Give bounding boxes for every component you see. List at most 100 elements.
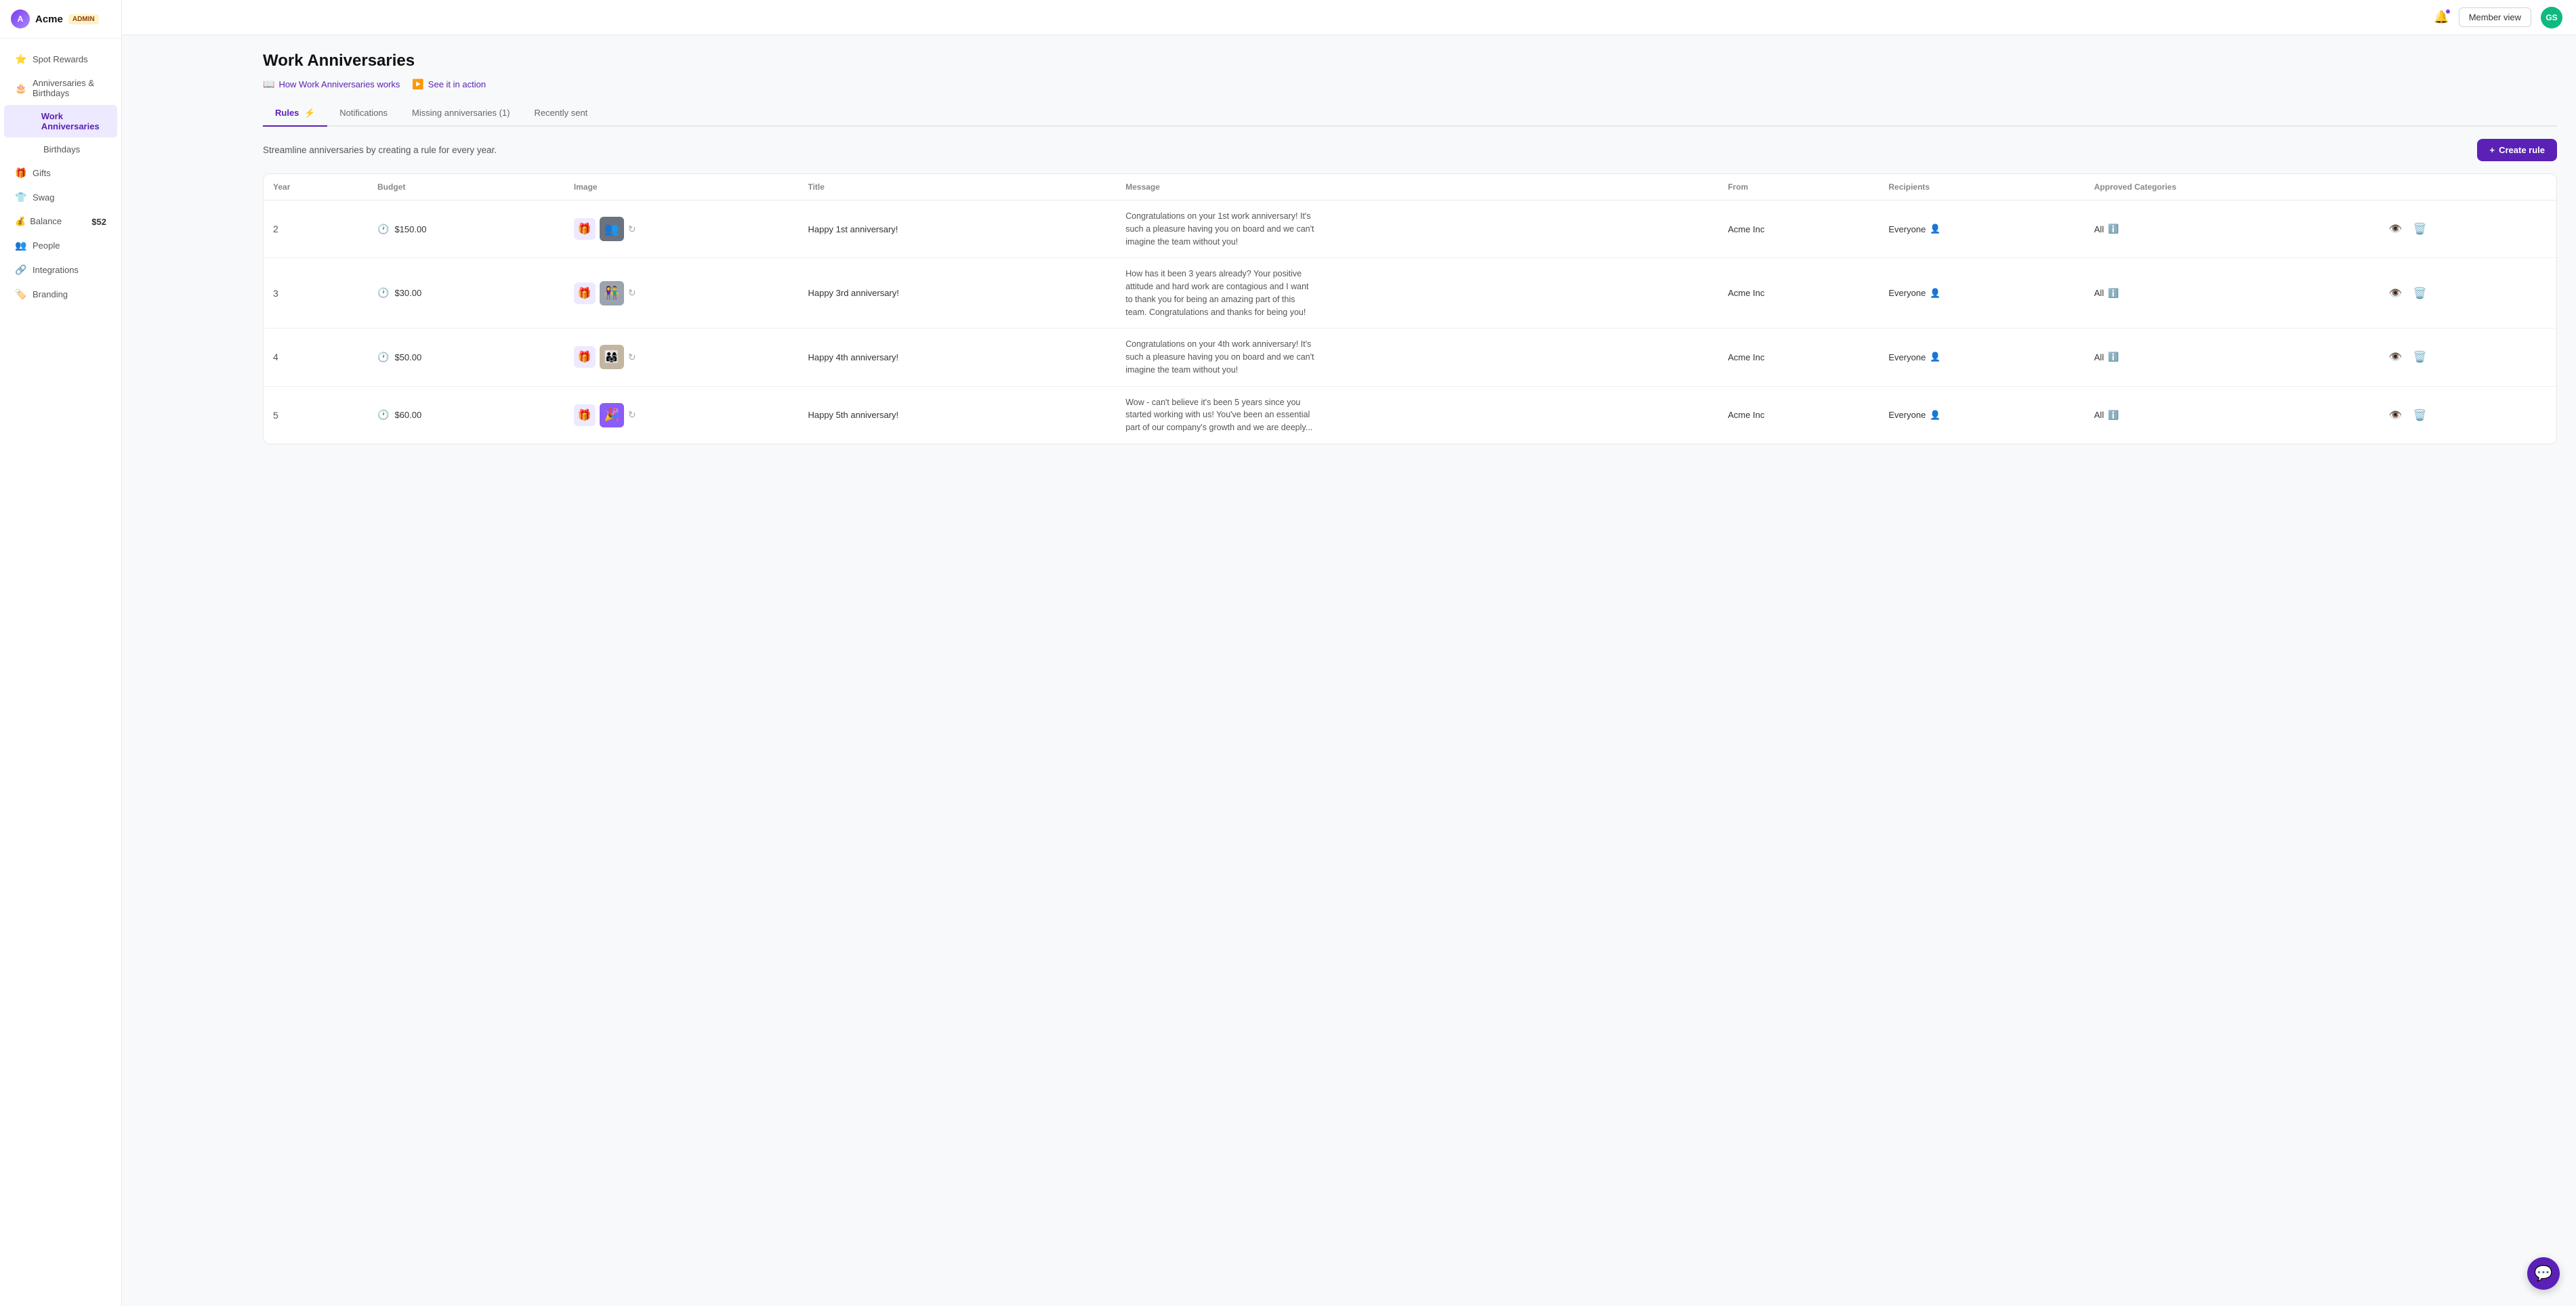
gift-icon: 🎁 (574, 282, 596, 304)
admin-badge: ADMIN (68, 14, 99, 24)
table-row: 3 🕐 $30.00 🎁 👫 ↻ Happy 3rd anniversary! … (264, 258, 2556, 329)
view-button-1[interactable]: 👁️ (2386, 284, 2405, 303)
rules-table: Year Budget Image Title Message From Rec… (263, 173, 2557, 444)
thumbnail: 👨‍👩‍👧 (600, 345, 624, 369)
member-view-button[interactable]: Member view (2459, 7, 2531, 27)
delete-button-0[interactable]: 🗑️ (2411, 219, 2430, 238)
view-button-0[interactable]: 👁️ (2386, 219, 2405, 238)
sidebar-item-gifts[interactable]: 🎁Gifts (4, 161, 117, 185)
help-links: 📖 How Work Anniversaries works ▶️ See it… (263, 79, 2557, 90)
sidebar-item-label-swag: Swag (33, 192, 55, 203)
rules-emoji: ⚡ (304, 108, 315, 118)
delete-button-1[interactable]: 🗑️ (2411, 284, 2430, 303)
delete-button-2[interactable]: 🗑️ (2411, 347, 2430, 366)
sidebar-item-balance[interactable]: 💰Balance$52 (4, 210, 117, 233)
cell-image-1: 🎁 👫 ↻ (564, 258, 799, 329)
cell-recipients-1: Everyone 👤 (1879, 258, 2084, 329)
cell-message-1: How has it been 3 years already? Your po… (1116, 258, 1718, 329)
table-row: 2 🕐 $150.00 🎁 👥 ↻ Happy 1st anniversary!… (264, 201, 2556, 258)
see-action-link[interactable]: ▶️ See it in action (412, 79, 486, 90)
cell-recipients-0: Everyone 👤 (1879, 201, 2084, 258)
tab-rules[interactable]: Rules ⚡ (263, 101, 327, 127)
nav-icon-swag: 👕 (15, 192, 26, 203)
budget-amount: $60.00 (394, 410, 421, 420)
topbar: 🔔 Member view GS (122, 0, 2576, 35)
create-rule-button[interactable]: + Create rule (2477, 139, 2557, 161)
info-icon: ℹ️ (2108, 410, 2119, 421)
refresh-icon[interactable]: ↻ (628, 409, 636, 421)
sidebar-item-spot-rewards[interactable]: ⭐Spot Rewards (4, 47, 117, 71)
main-content: Work Anniversaries 📖 How Work Anniversar… (244, 35, 2576, 1306)
page-title: Work Anniversaries (263, 51, 2557, 70)
view-button-2[interactable]: 👁️ (2386, 347, 2405, 366)
gift-icon: 🎁 (574, 218, 596, 240)
user-icon: 👤 (1930, 352, 1940, 362)
cell-title-0: Happy 1st anniversary! (798, 201, 1116, 258)
company-name: Acme (35, 14, 63, 25)
view-button-3[interactable]: 👁️ (2386, 406, 2405, 425)
cell-from-0: Acme Inc (1718, 201, 1879, 258)
sidebar-item-branding[interactable]: 🏷️Branding (4, 282, 117, 306)
user-icon: 👤 (1930, 224, 1940, 234)
sidebar-item-people[interactable]: 👥People (4, 234, 117, 257)
cell-actions-1: 👁️ 🗑️ (2377, 258, 2556, 329)
cell-image-2: 🎁 👨‍👩‍👧 ↻ (564, 329, 799, 386)
col-from: From (1718, 174, 1879, 201)
clock-icon: 🕐 (377, 224, 389, 235)
cell-categories-1: All ℹ️ (2085, 258, 2377, 329)
cell-actions-3: 👁️ 🗑️ (2377, 386, 2556, 444)
cell-year-3: 5 (264, 386, 368, 444)
notification-icon[interactable]: 🔔 (2434, 10, 2449, 24)
table-row: 4 🕐 $50.00 🎁 👨‍👩‍👧 ↻ Happy 4th anniversa… (264, 329, 2556, 386)
sidebar-item-birthdays[interactable]: Birthdays (4, 138, 117, 161)
sidebar-item-label-branding: Branding (33, 289, 68, 299)
gift-icon: 🎁 (574, 404, 596, 426)
refresh-icon[interactable]: ↻ (628, 287, 636, 299)
cell-title-2: Happy 4th anniversary! (798, 329, 1116, 386)
budget-amount: $30.00 (394, 288, 421, 298)
col-title: Title (798, 174, 1116, 201)
delete-button-3[interactable]: 🗑️ (2411, 406, 2430, 425)
budget-amount: $50.00 (394, 352, 421, 362)
cell-year-1: 3 (264, 258, 368, 329)
cell-actions-2: 👁️ 🗑️ (2377, 329, 2556, 386)
cell-budget-2: 🕐 $50.00 (368, 329, 564, 386)
info-icon: ℹ️ (2108, 224, 2119, 234)
categories-text: All (2094, 352, 2104, 362)
see-action-label: See it in action (428, 79, 486, 89)
chat-bubble[interactable]: 💬 (2527, 1257, 2560, 1290)
clock-icon: 🕐 (377, 287, 389, 299)
notification-dot (2445, 9, 2451, 14)
how-works-link[interactable]: 📖 How Work Anniversaries works (263, 79, 400, 90)
budget-amount: $150.00 (394, 224, 426, 234)
cell-message-2: Congratulations on your 4th work anniver… (1116, 329, 1718, 386)
sidebar: A Acme ADMIN ⭐Spot Rewards🎂Anniversaries… (0, 0, 122, 1306)
refresh-icon[interactable]: ↻ (628, 224, 636, 235)
sidebar-item-label-work-anniversaries: Work Anniversaries (41, 111, 106, 131)
info-icon: ℹ️ (2108, 288, 2119, 299)
user-avatar[interactable]: GS (2541, 7, 2562, 28)
clock-icon: 🕐 (377, 352, 389, 363)
categories-text: All (2094, 288, 2104, 298)
col-message: Message (1116, 174, 1718, 201)
tab-missing[interactable]: Missing anniversaries (1) (400, 101, 522, 127)
recipients-text: Everyone (1888, 224, 1926, 234)
user-icon: 👤 (1930, 410, 1940, 421)
nav-icon-people: 👥 (15, 240, 26, 251)
cell-categories-2: All ℹ️ (2085, 329, 2377, 386)
cell-budget-3: 🕐 $60.00 (368, 386, 564, 444)
sidebar-item-swag[interactable]: 👕 Swag (4, 186, 117, 209)
company-logo: A (11, 9, 30, 28)
tab-notifications[interactable]: Notifications (327, 101, 400, 127)
book-icon: 📖 (263, 79, 274, 90)
cell-recipients-2: Everyone 👤 (1879, 329, 2084, 386)
refresh-icon[interactable]: ↻ (628, 352, 636, 363)
sidebar-item-anniversaries-birthdays[interactable]: 🎂Anniversaries & Birthdays (4, 72, 117, 104)
sidebar-item-work-anniversaries[interactable]: Work Anniversaries (4, 105, 117, 138)
tab-recently-sent[interactable]: Recently sent (522, 101, 600, 127)
cell-image-3: 🎁 🎉 ↻ (564, 386, 799, 444)
sidebar-item-label-integrations: Integrations (33, 265, 79, 275)
table-header-row: Year Budget Image Title Message From Rec… (264, 174, 2556, 201)
sidebar-item-integrations[interactable]: 🔗Integrations (4, 258, 117, 282)
col-actions (2377, 174, 2556, 201)
